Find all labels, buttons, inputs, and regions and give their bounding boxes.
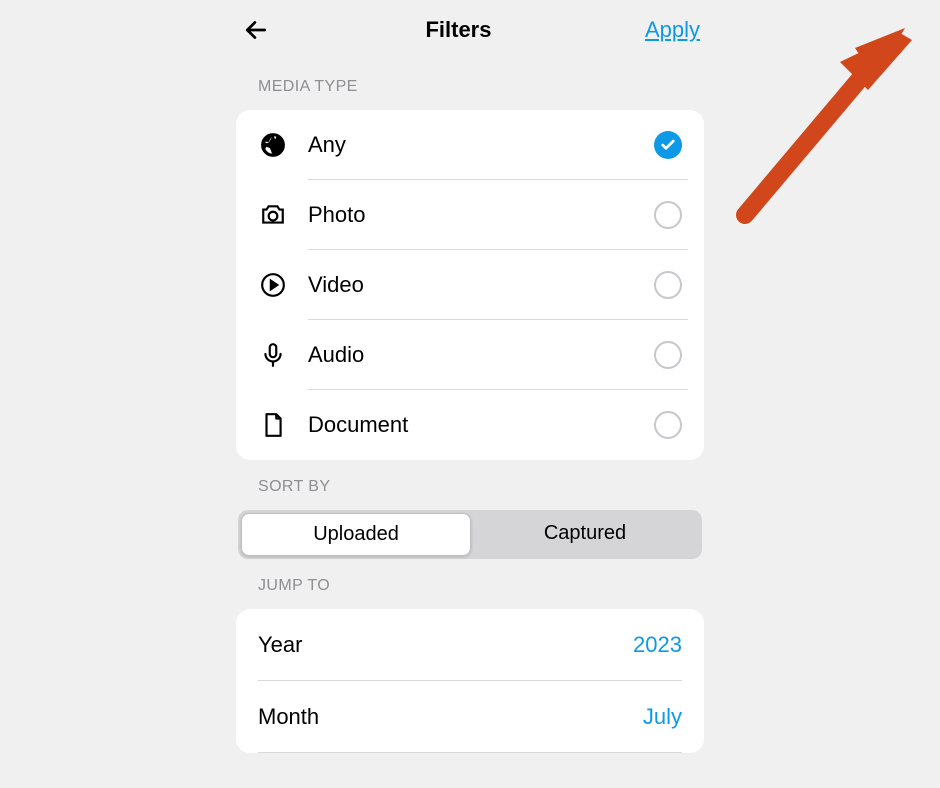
- jump-to-year[interactable]: Year 2023: [236, 609, 704, 681]
- camera-icon: [260, 202, 286, 228]
- media-type-audio[interactable]: Audio: [236, 320, 704, 390]
- jump-to-card: Year 2023 Month July: [236, 609, 704, 753]
- jump-year-label: Year: [258, 632, 302, 658]
- play-circle-icon: [260, 272, 286, 298]
- sort-by-segmented: Uploaded Captured: [238, 510, 702, 559]
- radio-selected: [654, 131, 682, 159]
- jump-to-month[interactable]: Month July: [236, 681, 704, 753]
- media-type-card: Any Photo: [236, 110, 704, 460]
- radio-unselected: [654, 411, 682, 439]
- arrow-left-icon: [243, 17, 269, 43]
- radio-unselected: [654, 271, 682, 299]
- radio-unselected: [654, 341, 682, 369]
- sort-by-section-label: SORT BY: [236, 460, 704, 510]
- apply-button[interactable]: Apply: [645, 17, 700, 43]
- radio-unselected: [654, 201, 682, 229]
- media-type-label: Audio: [308, 342, 654, 368]
- back-button[interactable]: [240, 14, 272, 46]
- sort-by-captured[interactable]: Captured: [471, 513, 699, 556]
- media-type-section-label: MEDIA TYPE: [236, 60, 704, 110]
- jump-month-label: Month: [258, 704, 319, 730]
- aperture-icon: [260, 132, 286, 158]
- header: Filters Apply: [236, 0, 704, 60]
- media-type-label: Document: [308, 412, 654, 438]
- media-type-label: Photo: [308, 202, 654, 228]
- media-type-label: Any: [308, 132, 654, 158]
- media-type-video[interactable]: Video: [236, 250, 704, 320]
- media-type-any[interactable]: Any: [236, 110, 704, 180]
- media-type-photo[interactable]: Photo: [236, 180, 704, 250]
- jump-year-value: 2023: [633, 632, 682, 658]
- check-icon: [660, 137, 676, 153]
- sort-by-uploaded[interactable]: Uploaded: [241, 513, 471, 556]
- media-type-document[interactable]: Document: [236, 390, 704, 460]
- page-title: Filters: [425, 17, 491, 43]
- document-icon: [260, 412, 286, 438]
- jump-to-section-label: JUMP TO: [236, 559, 704, 609]
- jump-month-value: July: [643, 704, 682, 730]
- media-type-label: Video: [308, 272, 654, 298]
- mic-icon: [260, 342, 286, 368]
